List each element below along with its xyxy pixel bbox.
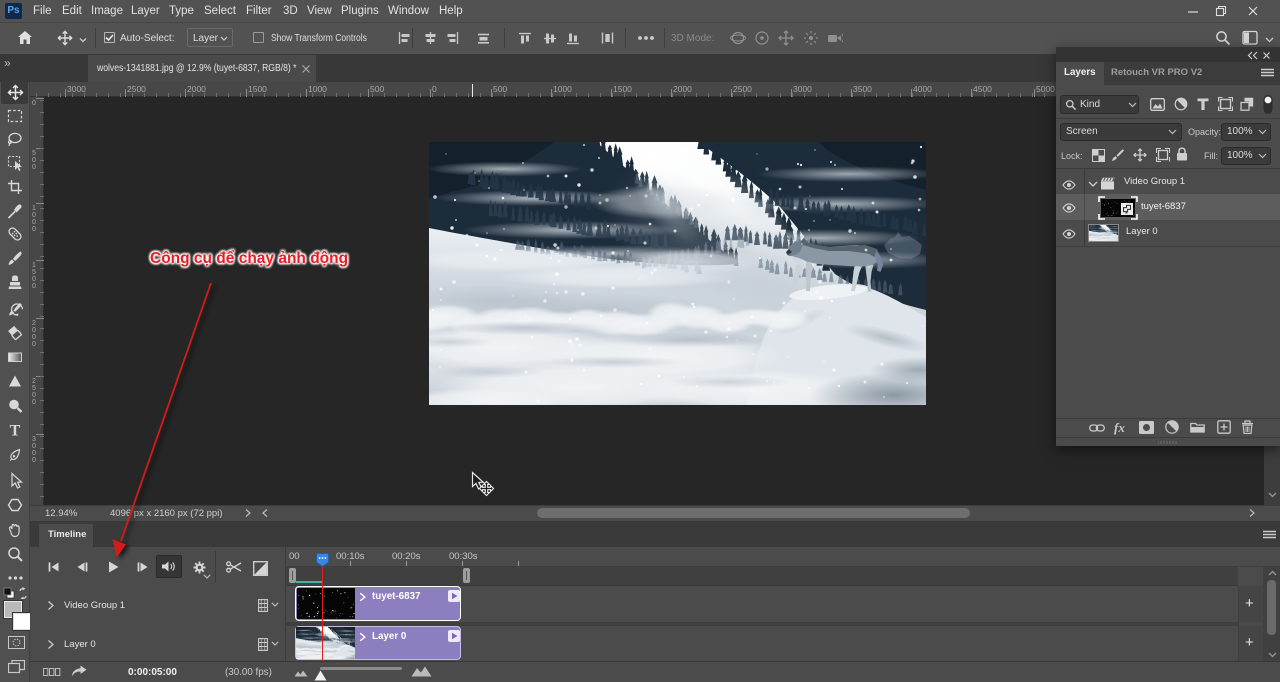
svg-text:T: T (10, 423, 21, 440)
svg-text:fx: fx (1114, 420, 1125, 435)
